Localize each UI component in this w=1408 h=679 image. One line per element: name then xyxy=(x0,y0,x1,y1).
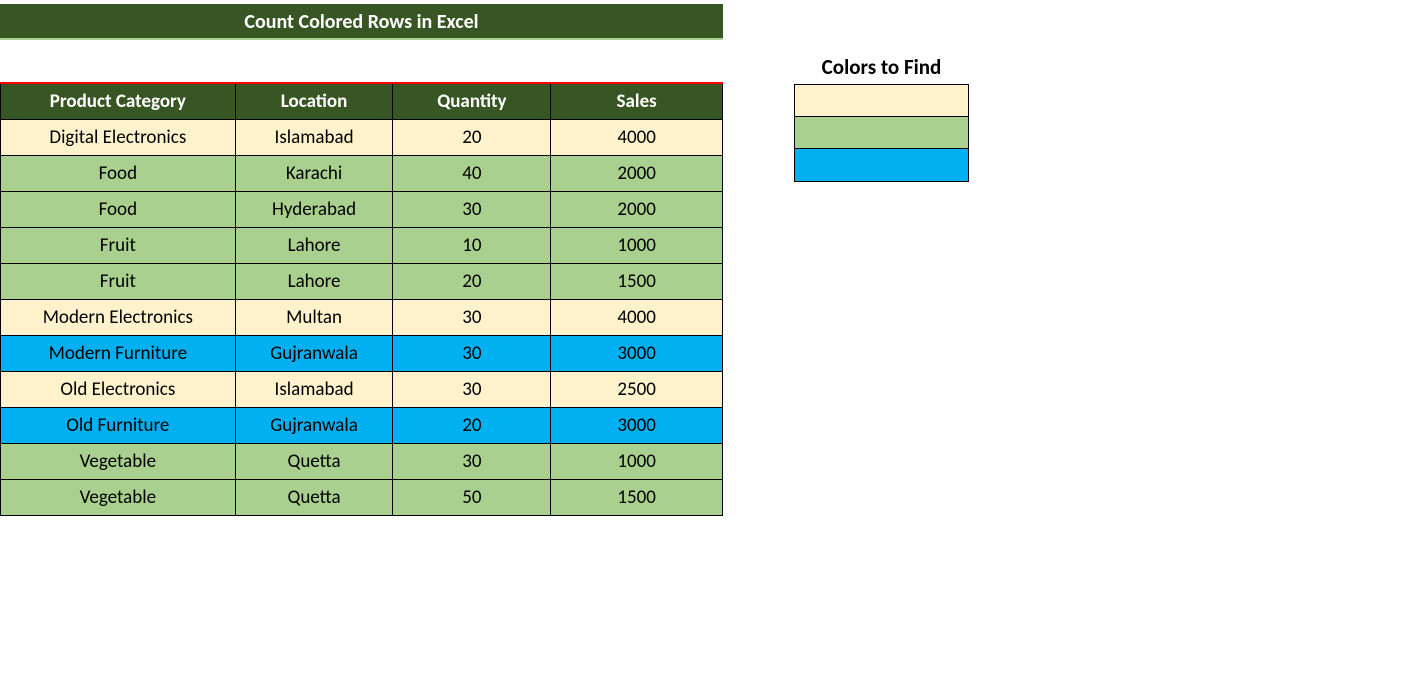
cell-product-category: Food xyxy=(1,156,236,192)
table-row: FoodHyderabad302000 xyxy=(1,192,723,228)
cell-sales: 3000 xyxy=(551,408,723,444)
color-swatch-list xyxy=(794,84,969,182)
data-table: Product Category Location Quantity Sales… xyxy=(0,82,723,516)
cell-quantity: 30 xyxy=(393,444,551,480)
cell-product-category: Old Furniture xyxy=(1,408,236,444)
cell-sales: 2000 xyxy=(551,192,723,228)
table-row: Old FurnitureGujranwala203000 xyxy=(1,408,723,444)
cell-quantity: 20 xyxy=(393,264,551,300)
cell-sales: 4000 xyxy=(551,300,723,336)
cell-product-category: Modern Electronics xyxy=(1,300,236,336)
cell-product-category: Fruit xyxy=(1,264,236,300)
cell-quantity: 10 xyxy=(393,228,551,264)
col-sales: Sales xyxy=(551,83,723,120)
cell-location: Quetta xyxy=(235,444,393,480)
cell-product-category: Old Electronics xyxy=(1,372,236,408)
cell-product-category: Fruit xyxy=(1,228,236,264)
table-row: FoodKarachi402000 xyxy=(1,156,723,192)
cell-location: Gujranwala xyxy=(235,336,393,372)
cell-sales: 1500 xyxy=(551,480,723,516)
cell-quantity: 20 xyxy=(393,120,551,156)
cell-location: Lahore xyxy=(235,228,393,264)
cell-sales: 1000 xyxy=(551,228,723,264)
page-title: Count Colored Rows in Excel xyxy=(0,4,723,40)
cell-location: Hyderabad xyxy=(235,192,393,228)
table-row: VegetableQuetta501500 xyxy=(1,480,723,516)
cell-location: Quetta xyxy=(235,480,393,516)
color-swatch-blue xyxy=(795,149,968,181)
col-quantity: Quantity xyxy=(393,83,551,120)
cell-quantity: 30 xyxy=(393,372,551,408)
cell-sales: 2500 xyxy=(551,372,723,408)
col-product-category: Product Category xyxy=(1,83,236,120)
cell-quantity: 30 xyxy=(393,192,551,228)
table-row: Old ElectronicsIslamabad302500 xyxy=(1,372,723,408)
cell-product-category: Digital Electronics xyxy=(1,120,236,156)
table-row: Modern FurnitureGujranwala303000 xyxy=(1,336,723,372)
cell-product-category: Modern Furniture xyxy=(1,336,236,372)
cell-location: Islamabad xyxy=(235,120,393,156)
cell-location: Karachi xyxy=(235,156,393,192)
cell-quantity: 50 xyxy=(393,480,551,516)
cell-location: Gujranwala xyxy=(235,408,393,444)
cell-sales: 3000 xyxy=(551,336,723,372)
cell-location: Multan xyxy=(235,300,393,336)
table-row: VegetableQuetta301000 xyxy=(1,444,723,480)
cell-quantity: 30 xyxy=(393,336,551,372)
cell-product-category: Vegetable xyxy=(1,444,236,480)
cell-location: Lahore xyxy=(235,264,393,300)
table-row: Modern ElectronicsMultan304000 xyxy=(1,300,723,336)
table-header-row: Product Category Location Quantity Sales xyxy=(1,83,723,120)
cell-product-category: Vegetable xyxy=(1,480,236,516)
cell-quantity: 40 xyxy=(393,156,551,192)
cell-sales: 4000 xyxy=(551,120,723,156)
table-row: Digital ElectronicsIslamabad204000 xyxy=(1,120,723,156)
cell-quantity: 30 xyxy=(393,300,551,336)
cell-sales: 1500 xyxy=(551,264,723,300)
cell-location: Islamabad xyxy=(235,372,393,408)
table-row: FruitLahore201500 xyxy=(1,264,723,300)
cell-sales: 2000 xyxy=(551,156,723,192)
col-location: Location xyxy=(235,83,393,120)
cell-sales: 1000 xyxy=(551,444,723,480)
color-swatch-cream xyxy=(795,85,968,117)
cell-product-category: Food xyxy=(1,192,236,228)
colors-to-find-label: Colors to Find xyxy=(794,54,969,80)
cell-quantity: 20 xyxy=(393,408,551,444)
table-row: FruitLahore101000 xyxy=(1,228,723,264)
color-swatch-green xyxy=(795,117,968,149)
